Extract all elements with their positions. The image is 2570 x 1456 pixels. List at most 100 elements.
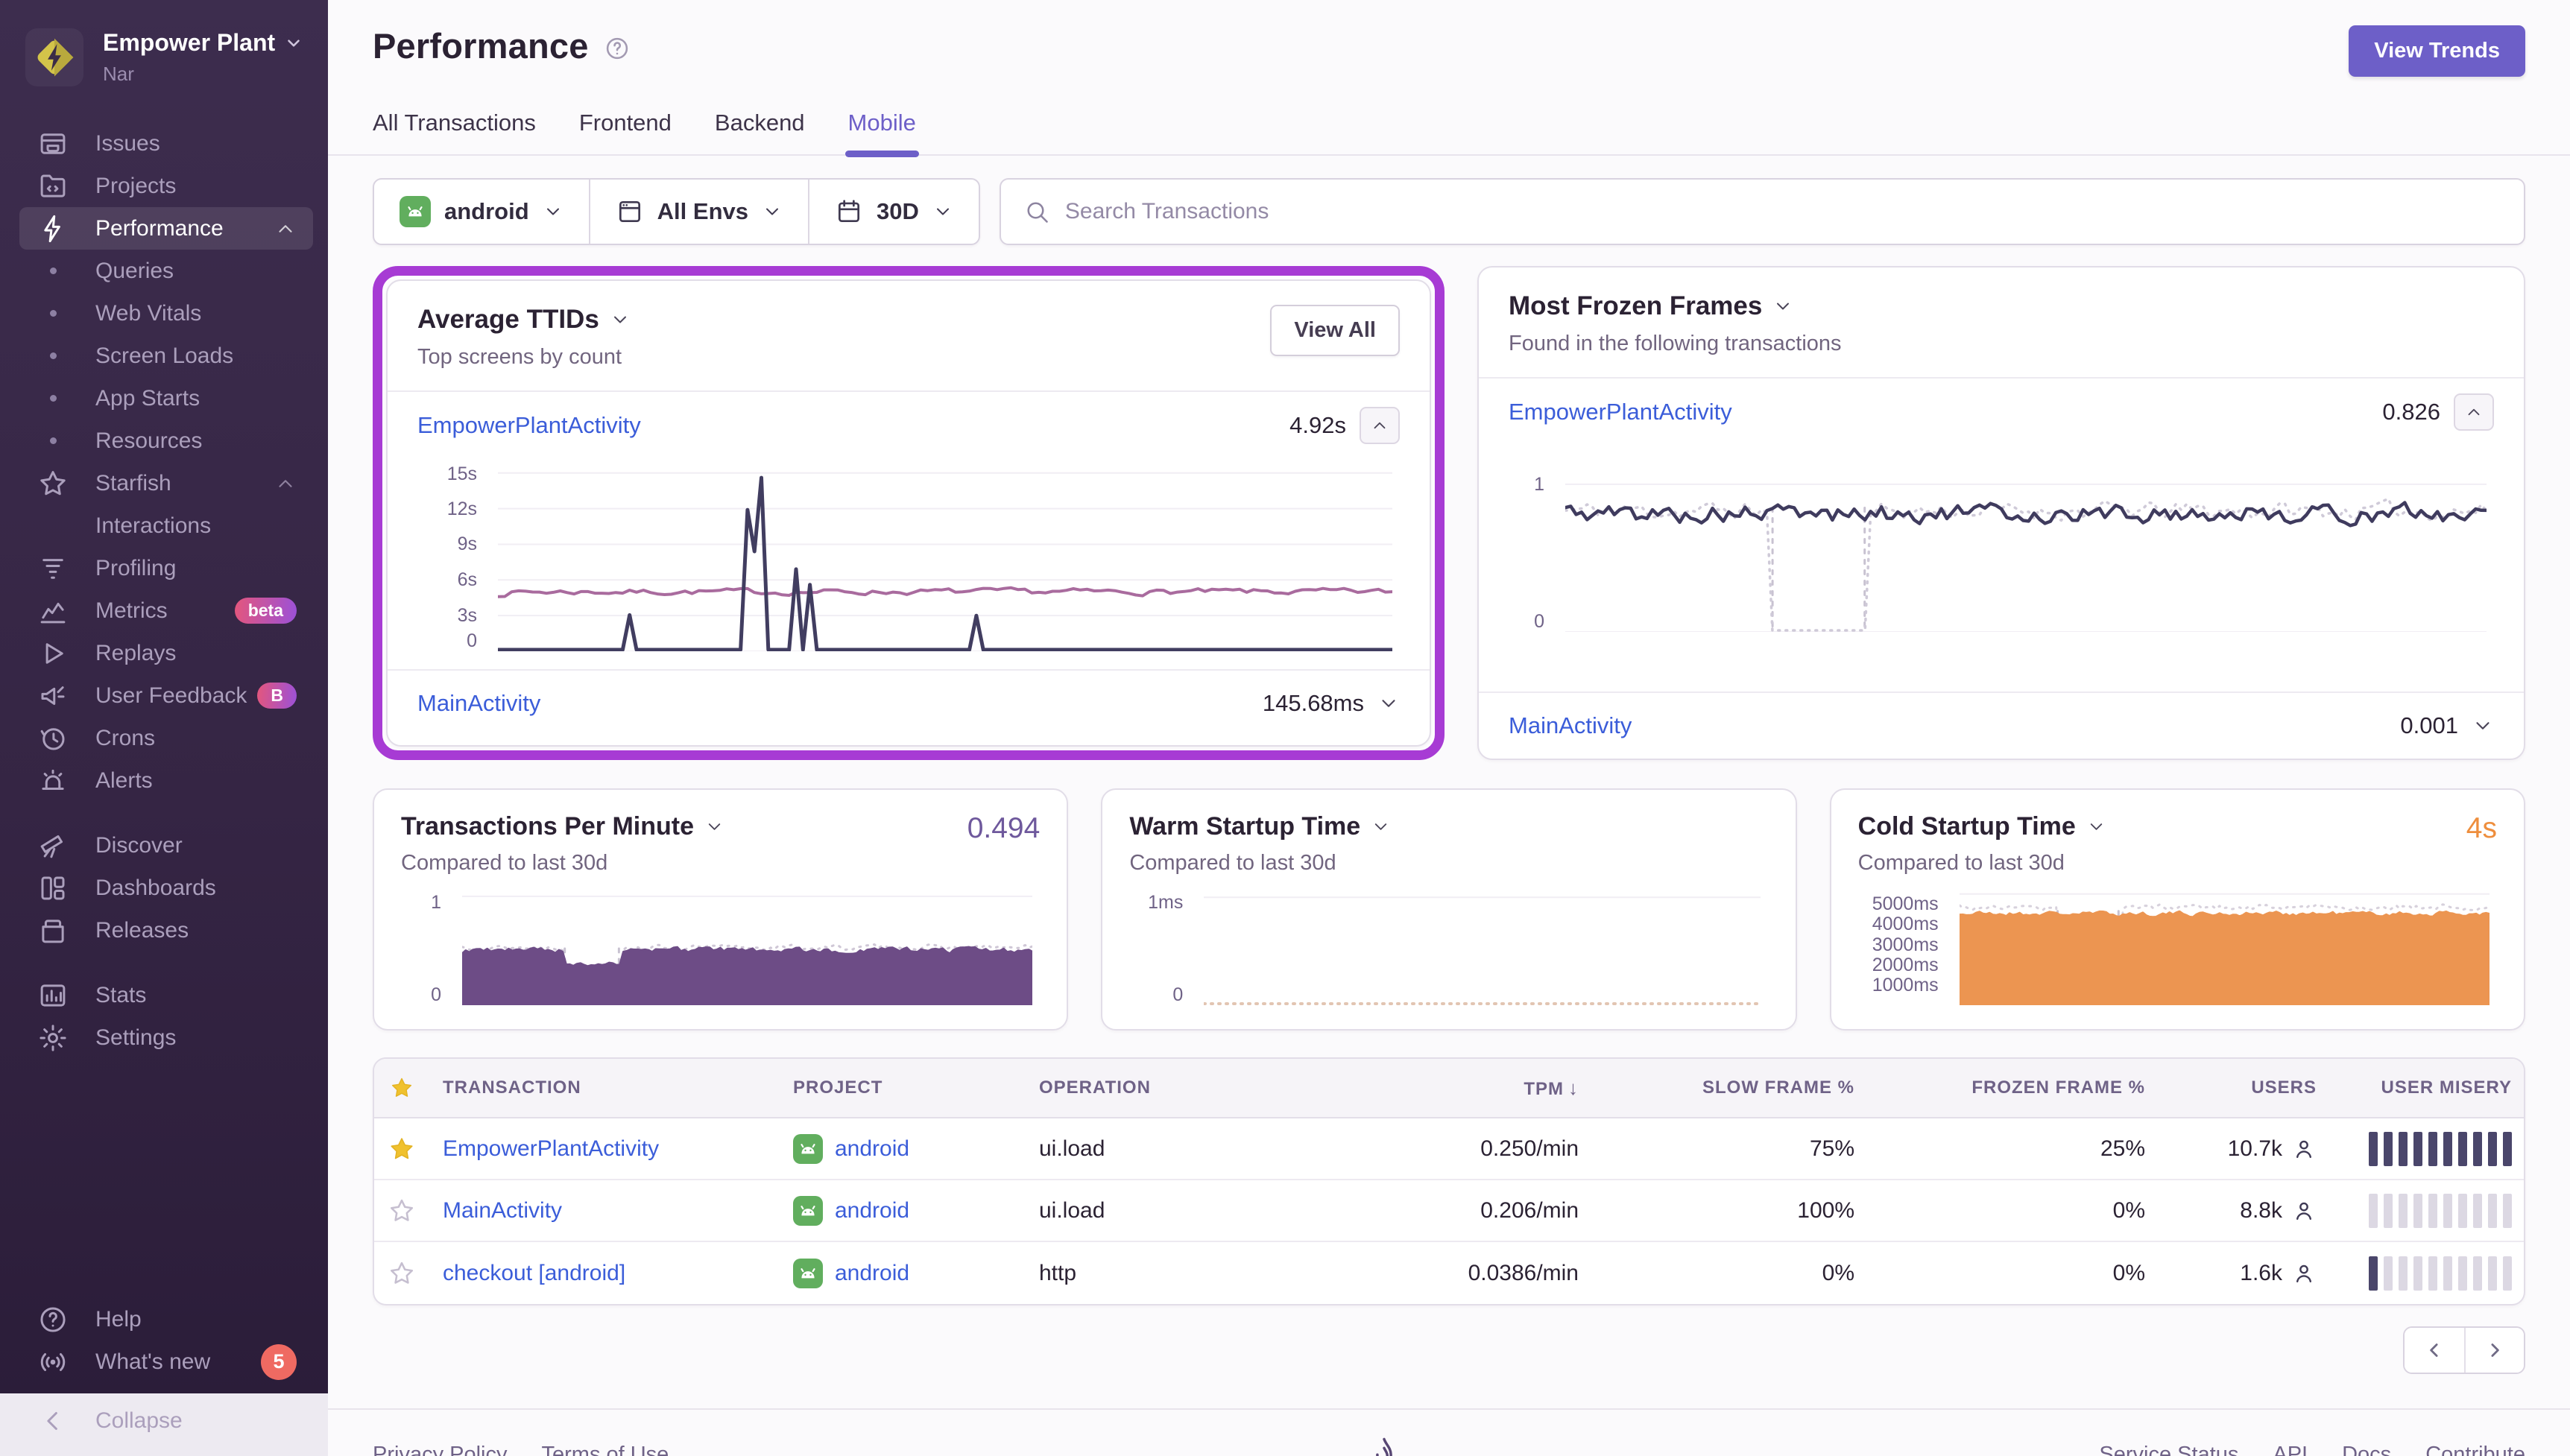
project-filter[interactable]: android (374, 180, 589, 244)
sidebar-item-collapse[interactable]: Collapse (0, 1393, 328, 1456)
help-icon[interactable] (604, 35, 631, 62)
y-axis-label: 3s (457, 605, 477, 627)
date-range-filter[interactable]: 30D (808, 180, 979, 244)
privacy-policy-link[interactable]: Privacy Policy (373, 1443, 508, 1456)
tab-backend[interactable]: Backend (715, 110, 805, 154)
sidebar-item-app-starts[interactable]: App Starts (19, 377, 313, 420)
sidebar-item-projects[interactable]: Projects (19, 165, 313, 207)
org-switcher[interactable]: Empower Plant Nar (0, 0, 328, 109)
column-header-transaction[interactable]: TRANSACTION (429, 1077, 780, 1098)
transaction-link[interactable]: checkout [android] (443, 1261, 625, 1285)
tpm-title-dropdown[interactable]: Transactions Per Minute (401, 812, 724, 841)
environment-filter[interactable]: All Envs (588, 180, 808, 244)
project-link[interactable]: android (835, 1198, 909, 1224)
android-project-icon (793, 1133, 823, 1164)
y-axis-label: 0 (1534, 611, 1544, 632)
frozen-row-value: 0.826 (2382, 399, 2440, 425)
sidebar-item-help[interactable]: Help (19, 1298, 313, 1341)
cold-title-dropdown[interactable]: Cold Startup Time (1858, 812, 2106, 841)
star-toggle[interactable] (374, 1197, 429, 1225)
warm-title-dropdown[interactable]: Warm Startup Time (1129, 812, 1391, 841)
sidebar-item-issues[interactable]: Issues (19, 122, 313, 165)
y-axis-label: 1000ms (1872, 974, 1939, 996)
sidebar-item-label: Starfish (95, 470, 171, 496)
sidebar-item-profiling[interactable]: Profiling (19, 547, 313, 589)
search-input[interactable] (1064, 199, 2501, 224)
view-all-button[interactable]: View All (1270, 305, 1400, 356)
y-axis-label: 12s (446, 498, 477, 519)
chevron-down-icon (1371, 817, 1391, 837)
chevron-down-icon (610, 309, 631, 330)
projects-icon (37, 171, 69, 202)
sidebar-item-stats[interactable]: Stats (19, 974, 313, 1016)
frozen-row-link[interactable]: EmpowerPlantActivity (1509, 399, 1732, 425)
project-link[interactable]: android (835, 1136, 909, 1162)
api-link[interactable]: API (2273, 1443, 2308, 1456)
column-header-project[interactable]: PROJECT (780, 1077, 1026, 1098)
frozen-row-link[interactable]: MainActivity (1509, 712, 1632, 739)
y-axis-label: 6s (457, 569, 477, 591)
service-status-link[interactable]: Service Status (2099, 1443, 2238, 1456)
chevron-down-icon (704, 817, 724, 837)
project-link[interactable]: android (835, 1261, 909, 1286)
ttid-row-link[interactable]: EmpowerPlantActivity (417, 412, 641, 439)
next-page-button[interactable] (2464, 1328, 2524, 1373)
tab-mobile[interactable]: Mobile (844, 110, 920, 157)
sidebar-item-what-s-new[interactable]: What's new 5 (19, 1341, 313, 1383)
sidebar-item-web-vitals[interactable]: Web Vitals (19, 292, 313, 335)
collapse-row-button[interactable] (1360, 407, 1400, 444)
column-header-slow-frame-[interactable]: SLOW FRAME % (1592, 1077, 1868, 1098)
sidebar-item-metrics[interactable]: Metrics beta (19, 589, 313, 632)
sidebar-item-starfish[interactable]: Starfish (19, 462, 313, 504)
star-toggle[interactable] (374, 1259, 429, 1288)
contribute-link[interactable]: Contribute (2425, 1443, 2525, 1456)
chevron-up-icon (274, 472, 297, 495)
sidebar-item-resources[interactable]: Resources (19, 420, 313, 462)
tab-all-transactions[interactable]: All Transactions (373, 110, 536, 154)
star-column-header[interactable] (374, 1075, 429, 1101)
view-trends-button[interactable]: View Trends (2349, 25, 2525, 77)
column-header-users[interactable]: USERS (2159, 1077, 2330, 1098)
chevron-down-icon (1772, 296, 1793, 317)
sidebar-item-interactions[interactable]: Interactions (19, 504, 313, 547)
sidebar-item-dashboards[interactable]: Dashboards (19, 867, 313, 909)
column-header-operation[interactable]: OPERATION (1026, 1077, 1406, 1098)
sidebar-item-label: Resources (95, 428, 203, 453)
sidebar-item-user-feedback[interactable]: User Feedback B (19, 674, 313, 717)
sidebar-item-settings[interactable]: Settings (19, 1016, 313, 1059)
column-header-user-misery[interactable]: USER MISERY (2330, 1077, 2524, 1098)
transaction-link[interactable]: EmpowerPlantActivity (443, 1136, 659, 1161)
column-header-tpm[interactable]: TPM ↓ (1406, 1077, 1592, 1100)
terms-of-use-link[interactable]: Terms of Use (542, 1443, 669, 1456)
environment-filter-value: All Envs (657, 198, 748, 224)
docs-link[interactable]: Docs (2342, 1443, 2391, 1456)
previous-page-button[interactable] (2405, 1328, 2464, 1373)
sidebar-item-label: Interactions (95, 513, 212, 538)
tpm-chart: 10 (401, 892, 1040, 1005)
operation-cell: ui.load (1039, 1136, 1105, 1161)
tabs: All Transactions Frontend Backend Mobile (328, 110, 2570, 157)
chevron-down-icon (1377, 692, 1400, 715)
sidebar-item-replays[interactable]: Replays (19, 632, 313, 674)
expand-row-button[interactable] (2472, 715, 2494, 737)
collapse-row-button[interactable] (2454, 393, 2494, 431)
sidebar-item-queries[interactable]: Queries (19, 250, 313, 292)
sidebar-item-releases[interactable]: Releases (19, 909, 313, 952)
sidebar-item-crons[interactable]: Crons (19, 717, 313, 759)
ttid-row-link[interactable]: MainActivity (417, 690, 540, 717)
sidebar-item-discover[interactable]: Discover (19, 824, 313, 867)
frozen-title-dropdown[interactable]: Most Frozen Frames (1509, 291, 1842, 321)
sidebar-item-alerts[interactable]: Alerts (19, 759, 313, 802)
sentry-logo-icon[interactable] (669, 1435, 2099, 1456)
transaction-link[interactable]: MainActivity (443, 1198, 562, 1223)
star-toggle[interactable] (374, 1135, 429, 1163)
sidebar-item-performance[interactable]: Performance (19, 207, 313, 250)
ttid-title-dropdown[interactable]: Average TTIDs (417, 305, 631, 335)
expand-row-button[interactable] (1377, 692, 1400, 715)
metrics-icon (37, 595, 69, 627)
column-header-frozen-frame-[interactable]: FROZEN FRAME % (1868, 1077, 2159, 1098)
ttid-chart: 15s 12s 9s 6s 3s 0 (417, 463, 1400, 652)
sidebar-item-screen-loads[interactable]: Screen Loads (19, 335, 313, 377)
tab-frontend[interactable]: Frontend (579, 110, 672, 154)
tpm-title: Transactions Per Minute (401, 812, 694, 841)
